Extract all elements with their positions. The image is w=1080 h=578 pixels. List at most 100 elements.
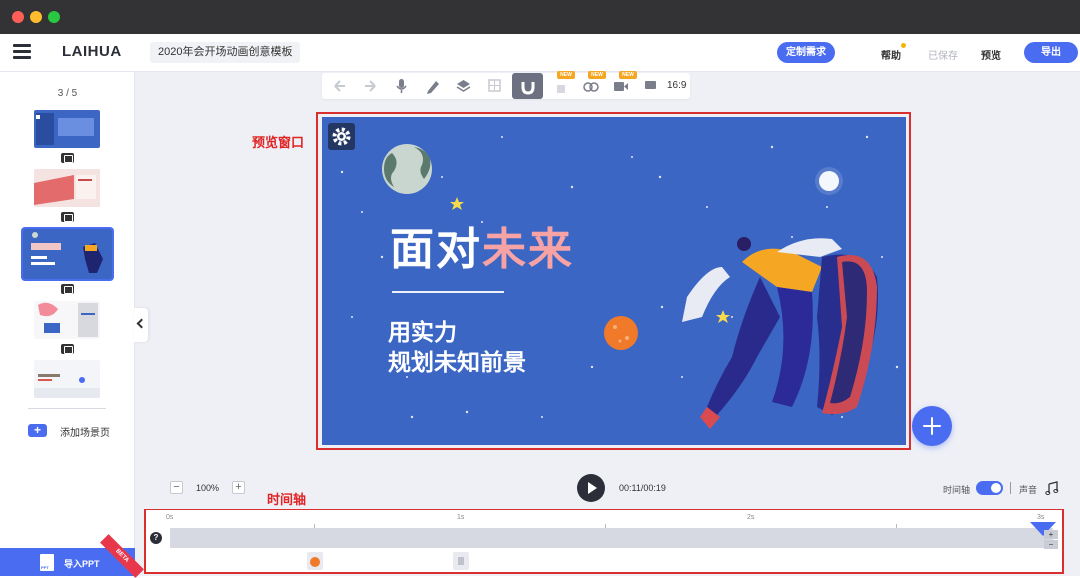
redo-button[interactable] (355, 73, 386, 99)
headline-part-2: 未来 (482, 225, 574, 274)
app-window: LAIHUA 2020年会开场动画创意模板 定制需求 帮助 已保存 预览 导出 … (0, 0, 1080, 578)
timeline-annotation: 时间轴 (267, 492, 307, 507)
scene-4-preview (34, 301, 100, 339)
add-element-button[interactable] (912, 406, 952, 446)
headline: 面对未来 (390, 213, 574, 277)
document-title[interactable]: 2020年会开场动画创意模板 (150, 42, 301, 63)
music-note-icon[interactable] (1045, 481, 1059, 495)
tick-label: 1s (457, 514, 465, 521)
voice-button[interactable] (386, 73, 417, 99)
gear-icon (332, 127, 351, 146)
sidebar-divider (28, 408, 106, 409)
maximize-window-button[interactable] (48, 11, 60, 23)
timeline-zoom-out-button[interactable]: − (1044, 540, 1058, 549)
preview-button[interactable]: 预览 (981, 47, 1001, 62)
scene-thumbnail-4[interactable] (34, 301, 100, 339)
new-badge: NEW (557, 71, 575, 79)
help-notification-dot (901, 43, 906, 48)
editor-toolbar: NEW NEW NEW 16:9 (322, 71, 690, 99)
page-counter: 3 / 5 (57, 88, 78, 99)
minimize-window-button[interactable] (30, 11, 42, 23)
scene-artwork (340, 135, 899, 429)
top-bar: LAIHUA 2020年会开场动画创意模板 定制需求 帮助 已保存 预览 导出 (0, 34, 1080, 72)
sound-label[interactable]: 声音 (1019, 483, 1037, 496)
link-button[interactable]: NEW (575, 71, 606, 99)
ppt-file-icon-text: PPT (41, 565, 49, 570)
custom-request-button[interactable]: 定制需求 (777, 42, 835, 63)
zoom-in-button[interactable]: + (232, 481, 245, 494)
divider (1010, 482, 1011, 494)
title-bar (0, 0, 1080, 34)
import-ppt-label: 导入PPT (64, 559, 100, 569)
tick-label: 0s (166, 514, 174, 521)
magnet-button[interactable] (512, 73, 543, 99)
timeline-track[interactable] (170, 528, 1053, 548)
timeline-element-marker[interactable] (453, 552, 469, 570)
layers-button[interactable] (448, 73, 479, 99)
zoom-level: 100% (196, 483, 220, 493)
layers-icon (456, 80, 471, 92)
zoom-out-button[interactable]: − (170, 481, 183, 494)
brush-button[interactable] (417, 73, 448, 99)
app-logo: LAIHUA (62, 43, 122, 60)
transition-icon[interactable] (61, 344, 74, 354)
beta-badge: BETA (100, 534, 144, 578)
redo-icon (365, 80, 376, 92)
play-button[interactable] (577, 474, 605, 502)
tick-label: 3s (1037, 514, 1045, 521)
scene-3-preview (23, 229, 112, 279)
scene-thumbnail-1[interactable] (34, 110, 100, 148)
screen-icon (645, 81, 656, 89)
add-scene-button[interactable]: 添加场景页 (60, 424, 110, 439)
time-readout: 00:11/00:19 (619, 483, 666, 493)
timeline-help-icon[interactable]: ? (150, 532, 162, 544)
aspect-ratio-label: 16:9 (667, 80, 687, 91)
orange-planet-icon (310, 557, 320, 567)
new-badge: NEW (619, 71, 637, 79)
grid-icon (488, 79, 501, 92)
timeline-toggle-label: 时间轴 (943, 485, 971, 495)
timeline-zoom-in-button[interactable]: + (1044, 530, 1058, 539)
scene-thumbnail-2[interactable] (34, 169, 100, 207)
scene-sidebar: 3 / 5 + 添加场景页 PPT 导入PPT BETA (0, 72, 144, 578)
tick-label: 2s (747, 514, 755, 521)
subline-2: 规划未知前景 (388, 349, 526, 375)
new-badge: NEW (588, 71, 606, 79)
scene-settings-button[interactable] (328, 123, 355, 150)
timeline-element-marker[interactable] (307, 552, 323, 570)
transition-icon[interactable] (61, 212, 74, 222)
ppt-file-icon: PPT (40, 554, 54, 571)
help-link[interactable]: 帮助 (881, 47, 901, 62)
grid-button[interactable] (479, 73, 510, 99)
timeline-toggle[interactable] (976, 481, 1003, 495)
pen-icon (427, 81, 439, 94)
add-scene-icon[interactable]: + (28, 424, 47, 437)
collapse-sidebar-button[interactable] (134, 308, 148, 342)
bucket-button[interactable]: NEW (545, 71, 576, 99)
preview-window-annotation: 预览窗口 (252, 135, 305, 150)
magnet-icon (521, 82, 535, 95)
camera-button[interactable]: NEW (605, 71, 637, 99)
undo-icon (334, 80, 345, 92)
scene-thumbnail-3[interactable] (21, 227, 114, 281)
headline-part-1: 面对 (390, 225, 482, 274)
menu-icon[interactable] (13, 44, 31, 60)
undo-button[interactable] (324, 73, 355, 99)
scene-1-preview (36, 113, 94, 145)
timeline-panel: 0s 1s 2s 3s ? + − (146, 510, 1062, 572)
close-window-button[interactable] (12, 11, 24, 23)
scene-5-preview (34, 360, 100, 398)
preview-canvas[interactable]: 面对未来 用实力 规划未知前景 (322, 117, 906, 445)
export-button[interactable]: 导出 (1024, 42, 1078, 63)
import-ppt-button[interactable]: PPT 导入PPT BETA (0, 534, 144, 578)
chevron-left-icon (136, 318, 147, 329)
scene-thumbnail-5[interactable] (34, 360, 100, 398)
microphone-icon (396, 79, 407, 93)
placeholder-icon (458, 557, 464, 565)
transition-icon[interactable] (61, 153, 74, 163)
save-status: 已保存 (928, 51, 958, 62)
scene-2-preview (34, 169, 100, 207)
runner-illustration (682, 237, 878, 429)
subline-1: 用实力 (388, 319, 457, 345)
transition-icon[interactable] (61, 284, 74, 294)
